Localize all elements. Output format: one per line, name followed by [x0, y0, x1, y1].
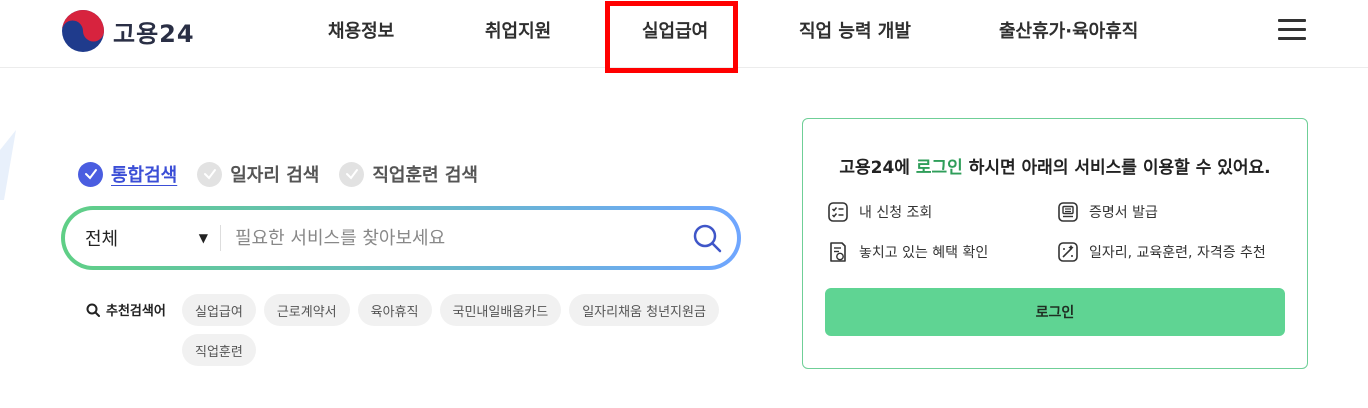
- check-circle-icon: [78, 161, 103, 187]
- nav-item-employment-support[interactable]: 취업지원: [485, 17, 551, 43]
- check-circle-icon: [197, 161, 223, 187]
- search-icon: [86, 303, 100, 317]
- tab-label: 일자리 검색: [230, 165, 320, 186]
- service-label: 일자리, 교육훈련, 자격증 추천: [1089, 245, 1266, 261]
- search-category-select[interactable]: 전체 ▼: [65, 225, 220, 251]
- search-tabs: 통합검색 일자리 검색 직업훈련 검색: [78, 161, 478, 187]
- nav-item-parental-leave[interactable]: 출산휴가·육아휴직: [999, 17, 1138, 43]
- hamburger-menu-icon[interactable]: [1278, 19, 1306, 41]
- search-icon: [693, 224, 722, 253]
- document-check-icon: [830, 242, 846, 262]
- search-button[interactable]: [677, 210, 737, 266]
- chip-keyword[interactable]: 국민내일배움카드: [439, 294, 562, 326]
- highlight-box: [605, 1, 738, 73]
- tab-label: 통합검색: [111, 165, 178, 186]
- recommend-label: 추천검색어: [86, 300, 166, 319]
- service-label: 놓치고 있는 혜택 확인: [859, 245, 989, 261]
- search-box: 전체 ▼: [61, 206, 741, 270]
- nav-item-vocational-training[interactable]: 직업 능력 개발: [799, 17, 911, 43]
- check-circle-icon: [339, 161, 365, 187]
- decorative-shape: [0, 130, 16, 200]
- service-recommendation[interactable]: 일자리, 교육훈련, 자격증 추천: [1057, 241, 1266, 263]
- recommend-icon: [1058, 242, 1078, 262]
- recommend-label-text: 추천검색어: [106, 304, 166, 319]
- chip-keyword[interactable]: 직업훈련: [182, 334, 256, 366]
- select-value: 전체: [85, 229, 119, 250]
- title-post: 하시면 아래의 서비스를 이용할 수 있어요.: [962, 158, 1271, 178]
- checklist-icon: [828, 202, 848, 222]
- search-input[interactable]: [221, 227, 677, 249]
- tab-job-search[interactable]: 일자리 검색: [197, 161, 319, 187]
- certificate-icon: [1058, 202, 1078, 222]
- title-pre: 고용24에: [839, 158, 916, 178]
- chip-keyword[interactable]: 일자리채움 청년지원금: [569, 294, 719, 326]
- login-card: 고용24에 로그인 하시면 아래의 서비스를 이용할 수 있어요. 내 신청 조…: [802, 118, 1308, 369]
- title-login-link[interactable]: 로그인: [916, 158, 963, 178]
- caret-down-icon: ▼: [198, 231, 208, 245]
- service-certificate-issue[interactable]: 증명서 발급: [1057, 201, 1158, 223]
- chip-keyword[interactable]: 근로계약서: [263, 294, 350, 326]
- tab-label: 직업훈련 검색: [372, 165, 478, 186]
- login-card-title: 고용24에 로그인 하시면 아래의 서비스를 이용할 수 있어요.: [803, 153, 1307, 178]
- recommend-chips: 실업급여 근로계약서 육아휴직 국민내일배움카드 일자리채움 청년지원금 직업훈…: [182, 294, 742, 366]
- tab-integrated-search[interactable]: 통합검색: [78, 161, 177, 187]
- service-label: 증명서 발급: [1089, 205, 1158, 221]
- service-missed-benefits[interactable]: 놓치고 있는 혜택 확인: [827, 241, 988, 263]
- tab-training-search[interactable]: 직업훈련 검색: [339, 161, 478, 187]
- service-label: 내 신청 조회: [859, 205, 933, 221]
- chip-keyword[interactable]: 육아휴직: [357, 294, 432, 326]
- service-application-lookup[interactable]: 내 신청 조회: [827, 201, 932, 223]
- login-button[interactable]: 로그인: [825, 288, 1285, 336]
- nav-item-job-info[interactable]: 채용정보: [328, 17, 394, 43]
- chip-keyword[interactable]: 실업급여: [182, 294, 256, 326]
